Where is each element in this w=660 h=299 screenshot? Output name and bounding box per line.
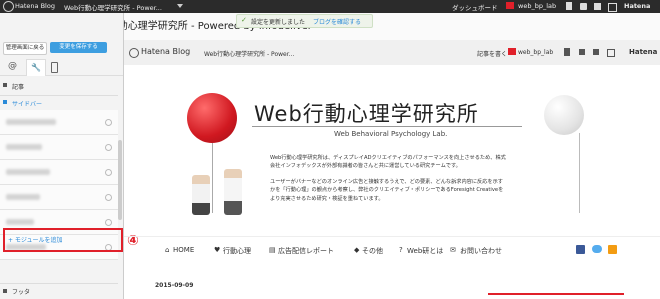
twitter-icon[interactable] — [592, 245, 602, 253]
divider — [0, 283, 118, 284]
nav-contact[interactable]: お問い合わせ — [460, 246, 502, 256]
balloon-string — [579, 133, 580, 213]
mail-icon: ✉ — [450, 246, 456, 254]
top-brand[interactable]: Hatena Blog — [15, 2, 55, 10]
post-date: 2015-09-09 — [155, 282, 194, 289]
module-row[interactable] — [0, 185, 118, 210]
dashboard-link[interactable]: ダッシュボード — [452, 2, 498, 12]
hero-paragraph: ユーザーがバナーなどのオンライン広告と接触するうえで、どの要素、どんな訴求内容に… — [270, 179, 504, 202]
blogbar-brand[interactable]: Hatena Blog — [141, 47, 190, 56]
module-row[interactable] — [0, 110, 118, 135]
bookmark-icon[interactable] — [564, 48, 570, 56]
blog-preview-bar: Hatena Blog Web行動心理学研究所 - Power... 記事を書く… — [124, 40, 660, 66]
divider — [124, 236, 660, 237]
sidebar-scrollbar[interactable] — [118, 140, 122, 220]
blog-flag-icon[interactable] — [506, 2, 514, 9]
menu-icon[interactable] — [607, 49, 615, 57]
bell-icon[interactable] — [594, 3, 601, 10]
top-tab-title[interactable]: Web行動心理学研究所 - Power... — [64, 2, 162, 12]
person-illustration — [192, 175, 210, 215]
hero-rule — [252, 126, 522, 127]
facebook-icon[interactable] — [576, 245, 585, 254]
hero-paragraph: Web行動心理学研究所は、ディスプレイADクリエイティブのパフォーマンスを向上さ… — [270, 155, 506, 170]
top-right-brand[interactable]: Hatena — [624, 2, 650, 10]
notice-link[interactable]: ブログを確認する — [313, 17, 361, 26]
nav-about[interactable]: Web研とは — [407, 246, 443, 256]
nav-report[interactable]: 広告配信レポート — [278, 246, 334, 256]
tag-icon: ◆ — [354, 246, 360, 254]
section-article[interactable]: 記事 — [12, 82, 24, 91]
balloon-string — [212, 143, 213, 213]
star-icon[interactable] — [580, 3, 587, 10]
white-balloon — [544, 95, 584, 135]
star-icon[interactable] — [579, 49, 585, 55]
nav-home[interactable]: HOME — [173, 246, 194, 254]
at-icon[interactable]: @ — [8, 61, 17, 71]
section-footer[interactable]: フッタ — [12, 287, 30, 296]
write-link[interactable]: 記事を書く — [477, 49, 507, 58]
hero-subtitle: Web Behavioral Psychology Lab. — [334, 130, 448, 138]
check-icon: ✓ — [241, 16, 247, 24]
heart-icon: ♥ — [214, 246, 221, 254]
hatena-logo-icon[interactable] — [129, 48, 139, 58]
blogbar-user[interactable]: web_bp_lab — [518, 49, 553, 56]
document-icon: ▤ — [269, 246, 276, 254]
module-row[interactable] — [0, 135, 118, 160]
red-balloon — [187, 93, 237, 143]
divider — [0, 95, 118, 96]
expand-icon[interactable] — [3, 83, 7, 87]
blogbar-title[interactable]: Web行動心理学研究所 - Power... — [204, 49, 294, 58]
nav-home-icon: ⌂ — [165, 246, 170, 254]
tab-bar — [0, 58, 123, 76]
notice-banner: ✓ 設定を更新しました ブログを確認する — [236, 14, 373, 28]
collapse-icon[interactable] — [3, 100, 7, 104]
chevron-down-icon[interactable] — [177, 4, 183, 8]
nav-behavior[interactable]: 行動心理 — [223, 246, 251, 256]
sidebar-accent-rule — [488, 293, 624, 295]
person-illustration — [224, 169, 242, 215]
notice-text: 設定を更新しました — [251, 19, 306, 26]
tab-design[interactable]: 🔧 — [26, 59, 46, 76]
rss-icon[interactable] — [608, 245, 617, 254]
blog-flag-icon[interactable] — [508, 48, 516, 55]
add-module-link[interactable]: + モジュールを追加 — [8, 235, 63, 244]
bell-icon[interactable] — [593, 49, 599, 55]
blog-hero: Web行動心理学研究所 Web Behavioral Psychology La… — [124, 65, 660, 215]
smartphone-icon[interactable] — [51, 62, 58, 73]
back-button[interactable]: 管理画面に戻る — [3, 42, 47, 55]
module-row[interactable] — [0, 160, 118, 185]
section-sidebar[interactable]: サイドバー — [12, 99, 42, 108]
expand-icon[interactable] — [3, 289, 7, 293]
menu-icon[interactable] — [608, 3, 617, 12]
blogbar-right-brand[interactable]: Hatena — [629, 48, 657, 56]
nav-other[interactable]: その他 — [362, 246, 383, 256]
top-user[interactable]: web_bp_lab — [518, 2, 556, 10]
question-icon: ? — [399, 246, 403, 254]
hatena-logo-icon[interactable] — [3, 1, 14, 12]
hero-title: Web行動心理学研究所 — [254, 102, 479, 126]
wrench-icon: 🔧 — [31, 63, 41, 72]
top-bar: Hatena Blog Web行動心理学研究所 - Power... ダッシュボ… — [0, 0, 660, 13]
bookmark-icon[interactable] — [566, 2, 572, 10]
save-button[interactable]: 変更を保存する — [50, 42, 107, 53]
sidebar: 管理画面に戻る 変更を保存する @ 🔧 記事 サイドバー + モジュールを追加 … — [0, 13, 139, 299]
